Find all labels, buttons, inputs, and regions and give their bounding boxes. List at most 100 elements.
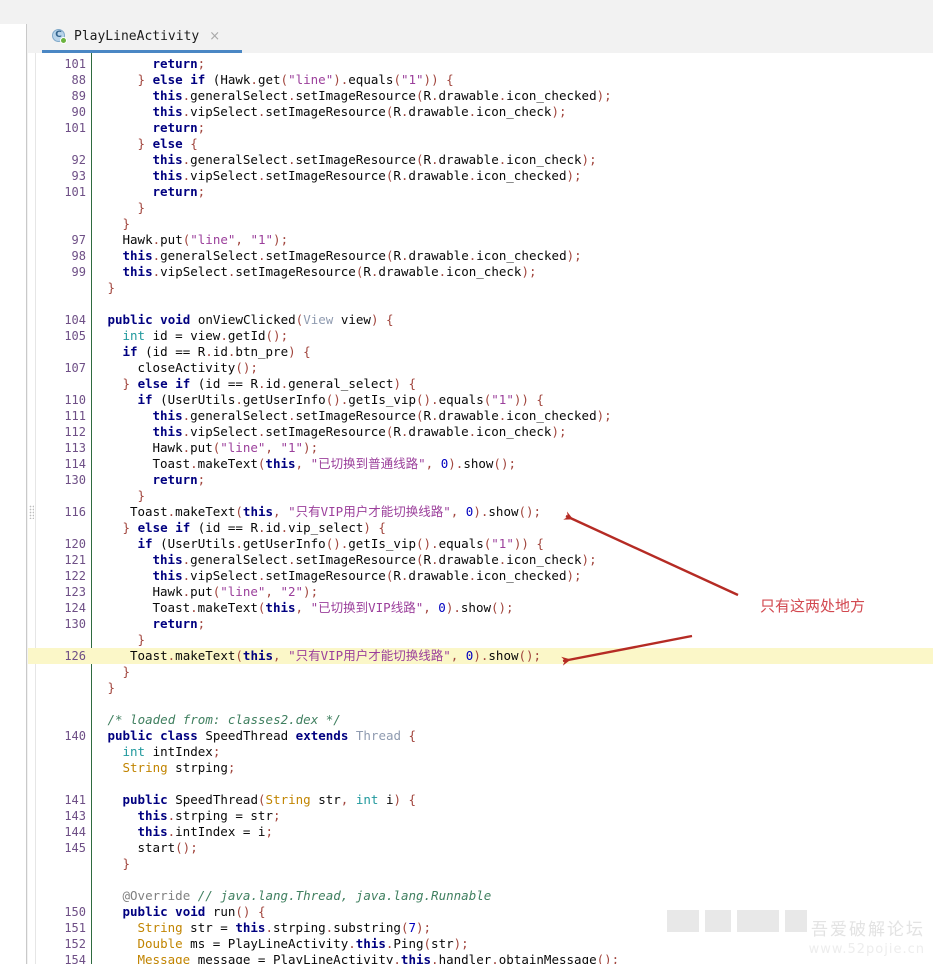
code-line[interactable]: } [28, 216, 933, 232]
line-number: 141 [64, 793, 86, 807]
code-lines-container[interactable]: 101 return; 88} else if (Hawk.get("line").… [28, 53, 933, 964]
code-line[interactable]: 140 public class SpeedThread extends Thre… [28, 728, 933, 744]
code-line-text: Hawk.put("line", "1"); [152, 440, 319, 455]
code-line[interactable]: 121 this.generalSelect.setImageResource(R… [28, 552, 933, 568]
code-line[interactable]: 124 Toast.makeText(this, "已切换到VIP线路", 0).… [28, 600, 933, 616]
code-line[interactable] [28, 776, 933, 792]
code-line[interactable]: } [28, 680, 933, 696]
code-line[interactable]: int intIndex; [28, 744, 933, 760]
code-line[interactable]: 99 this.vipSelect.setImageResource(R.draw… [28, 264, 933, 280]
line-number: 104 [64, 313, 86, 327]
line-number: 152 [64, 937, 86, 951]
code-line[interactable]: } else { [28, 136, 933, 152]
code-line[interactable]: 141 public SpeedThread(String str, int i)… [28, 792, 933, 808]
code-line-text: this.vipSelect.setImageResource(R.drawab… [152, 568, 582, 583]
line-number: 92 [71, 153, 86, 167]
code-line-text: return; [152, 184, 206, 199]
code-line-text: this.generalSelect.setImageResource(R.dr… [122, 248, 582, 263]
line-number: 101 [64, 185, 86, 199]
code-line[interactable]: 123 Hawk.put("line", "2"); [28, 584, 933, 600]
code-line[interactable]: } else if (id == R.id.general_select) { [28, 376, 933, 392]
code-line[interactable]: 101 return; [28, 120, 933, 136]
code-line[interactable]: 111 this.generalSelect.setImageResource(R… [28, 408, 933, 424]
code-line[interactable]: 107 closeActivity(); [28, 360, 933, 376]
code-line-text: Toast.makeText(this, "只有VIP用户才能切换线路", 0)… [130, 648, 542, 663]
code-line[interactable]: 143 this.strping = str; [28, 808, 933, 824]
code-line[interactable]: } [28, 280, 933, 296]
line-number: 114 [64, 457, 86, 471]
line-number: 120 [64, 537, 86, 551]
code-line-text: } [107, 280, 116, 295]
code-line[interactable]: 90 this.vipSelect.setImageResource(R.draw… [28, 104, 933, 120]
code-line[interactable]: 130 return; [28, 616, 933, 632]
code-line[interactable]: 101 return; [28, 56, 933, 72]
code-line-text: } else if (id == R.id.general_select) { [122, 376, 417, 391]
code-line[interactable]: 112 this.vipSelect.setImageResource(R.dra… [28, 424, 933, 440]
code-line[interactable]: 122 this.vipSelect.setImageResource(R.dra… [28, 568, 933, 584]
code-line[interactable]: 154 Message message = PlayLineActivity.th… [28, 952, 933, 964]
code-line-text: Toast.makeText(this, "已切换到普通线路", 0).show… [152, 456, 517, 471]
code-line[interactable]: 144 this.intIndex = i; [28, 824, 933, 840]
code-line-text: this.generalSelect.setImageResource(R.dr… [152, 408, 612, 423]
line-number: 89 [71, 89, 86, 103]
line-number: 116 [64, 505, 86, 519]
code-line[interactable]: 89 this.generalSelect.setImageResource(R.… [28, 88, 933, 104]
code-line[interactable]: 120 if (UserUtils.getUserInfo().getIs_vip… [28, 536, 933, 552]
line-number: 154 [64, 953, 86, 964]
code-line[interactable]: 113 Hawk.put("line", "1"); [28, 440, 933, 456]
code-line-text: Toast.makeText(this, "只有VIP用户才能切换线路", 0)… [130, 504, 542, 519]
line-number: 93 [71, 169, 86, 183]
code-line-text: this.vipSelect.setImageResource(R.drawab… [152, 104, 567, 119]
line-number: 121 [64, 553, 86, 567]
code-line[interactable]: 92 this.generalSelect.setImageResource(R.… [28, 152, 933, 168]
code-line[interactable] [28, 696, 933, 712]
code-line[interactable]: 105 int id = view.getId(); [28, 328, 933, 344]
code-line[interactable]: 88} else if (Hawk.get("line").equals("1"… [28, 72, 933, 88]
code-line-text: int intIndex; [122, 744, 221, 759]
code-line-text: if (UserUtils.getUserInfo().getIs_vip().… [137, 392, 544, 407]
code-line[interactable]: } else if (id == R.id.vip_select) { [28, 520, 933, 536]
code-line-text: this.generalSelect.setImageResource(R.dr… [152, 88, 612, 103]
code-line-text: } [137, 200, 146, 215]
code-line[interactable]: } [28, 200, 933, 216]
code-line-text: this.intIndex = i; [137, 824, 273, 839]
code-line[interactable]: 104 public void onViewClicked(View view) … [28, 312, 933, 328]
line-number: 88 [71, 73, 86, 87]
line-number: 107 [64, 361, 86, 375]
code-line[interactable]: } [28, 488, 933, 504]
code-line[interactable]: 130 return; [28, 472, 933, 488]
code-line[interactable]: 145 start(); [28, 840, 933, 856]
code-line[interactable]: 98 this.generalSelect.setImageResource(R.… [28, 248, 933, 264]
code-line[interactable]: 93 this.vipSelect.setImageResource(R.draw… [28, 168, 933, 184]
code-line[interactable]: } [28, 856, 933, 872]
code-line[interactable]: 101 return; [28, 184, 933, 200]
editor-tab-bar: C PlayLineActivity × [28, 0, 933, 53]
code-line[interactable] [28, 872, 933, 888]
code-line[interactable]: } [28, 664, 933, 680]
code-line[interactable]: String strping; [28, 760, 933, 776]
code-line-text: return; [152, 472, 206, 487]
code-editor[interactable]: 101 return; 88} else if (Hawk.get("line").… [28, 53, 933, 964]
line-number: 101 [64, 121, 86, 135]
line-number: 126 [64, 649, 86, 663]
code-line-text: String strping; [122, 760, 236, 775]
code-line[interactable]: @Override // java.lang.Thread, java.lang… [28, 888, 933, 904]
code-line[interactable]: 114 Toast.makeText(this, "已切换到普通线路", 0).s… [28, 456, 933, 472]
code-line[interactable] [28, 296, 933, 312]
tab-playlineactivity[interactable]: C PlayLineActivity × [42, 20, 229, 52]
code-line[interactable]: 97 Hawk.put("line", "1"); [28, 232, 933, 248]
code-line[interactable]: 152 Double ms = PlayLineActivity.this.Pin… [28, 936, 933, 952]
code-line-text: } [137, 488, 146, 503]
code-line-text: Hawk.put("line", "2"); [152, 584, 319, 599]
code-line-text: Message message = PlayLineActivity.this.… [137, 952, 620, 964]
close-icon[interactable]: × [209, 29, 220, 44]
code-line[interactable]: if (id == R.id.btn_pre) { [28, 344, 933, 360]
code-line[interactable]: } [28, 632, 933, 648]
code-line[interactable]: 116 Toast.makeText(this, "只有VIP用户才能切换线路",… [28, 504, 933, 520]
code-line[interactable]: /* loaded from: classes2.dex */ [28, 712, 933, 728]
code-line-text: return; [152, 120, 206, 135]
code-line-text: } else if (id == R.id.vip_select) { [122, 520, 386, 535]
code-line[interactable]: 110 if (UserUtils.getUserInfo().getIs_vip… [28, 392, 933, 408]
code-line[interactable]: 126 Toast.makeText(this, "只有VIP用户才能切换线路",… [28, 648, 933, 664]
line-number: 113 [64, 441, 86, 455]
